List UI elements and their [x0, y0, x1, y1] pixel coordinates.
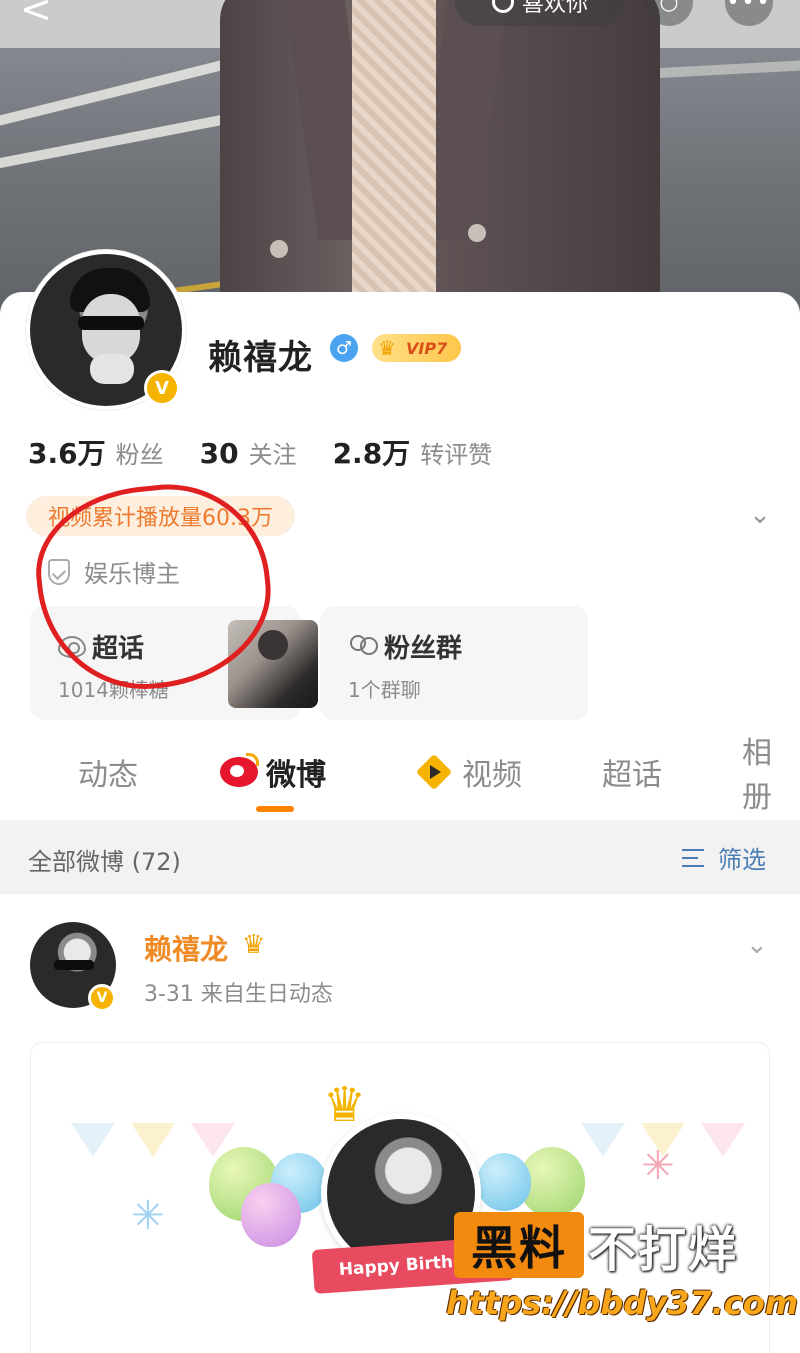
stat-number: 2.8万 — [332, 437, 411, 470]
stat-label: 关注 — [248, 441, 297, 469]
stat-label: 转评赞 — [420, 441, 493, 469]
people-icon — [348, 634, 378, 659]
chevron-down-icon[interactable]: ⌄ — [746, 500, 774, 530]
watermark-logo-text: 不打烊 — [588, 1222, 739, 1278]
profile-name: 赖禧龙 — [208, 338, 313, 378]
tab-album[interactable]: 相册 — [742, 736, 800, 815]
male-gender-icon: ♂ — [330, 334, 358, 362]
heart-ring-icon — [491, 0, 514, 13]
tab-label: 超话 — [602, 758, 662, 793]
tab-dynamics[interactable]: 动态 — [78, 742, 138, 802]
sparkle-icon: ✳ — [131, 1193, 165, 1239]
filter-icon — [682, 847, 710, 869]
watermark-logo-box: 黑料 — [454, 1212, 584, 1278]
profile-tabs: 动态 微博 视频 超话 相册 — [0, 736, 800, 816]
bunting-flag — [71, 1123, 115, 1157]
stat-following[interactable]: 30 关注 — [200, 435, 297, 470]
tab-label: 相册 — [742, 736, 772, 815]
all-posts-count: 全部微博 (72) — [28, 848, 181, 876]
fan-group-tile[interactable]: 粉丝群 1个群聊 — [320, 606, 588, 720]
tab-video[interactable]: 视频 — [414, 742, 522, 802]
weibo-logo-icon — [220, 753, 259, 787]
vip-badge[interactable]: ♛ VIP7 — [372, 334, 462, 362]
like-you-label: 喜欢你 — [521, 0, 588, 17]
active-tab-indicator — [256, 806, 294, 812]
balloon — [477, 1153, 531, 1211]
fan-group-title: 粉丝群 — [348, 628, 462, 665]
balloon — [241, 1183, 301, 1247]
verified-badge-icon: V — [144, 370, 180, 406]
crown-icon: ♛ — [378, 336, 396, 360]
bunting-flag — [131, 1123, 175, 1157]
filter-label: 筛选 — [718, 846, 766, 874]
tab-supertopic[interactable]: 超话 — [602, 742, 662, 802]
stat-interactions[interactable]: 2.8万 转评赞 — [333, 432, 493, 472]
profile-stats: 3.6万 粉丝 30 关注 2.8万 转评赞 — [28, 432, 492, 472]
tab-label: 视频 — [462, 758, 522, 793]
avatar-hand — [90, 354, 134, 384]
post-author-name[interactable]: 赖禧龙 — [144, 928, 228, 968]
stat-label: 粉丝 — [115, 441, 164, 469]
tab-weibo[interactable]: 微博 — [220, 742, 326, 802]
avatar-sunglasses — [78, 316, 144, 330]
stat-number: 30 — [199, 437, 239, 470]
chevron-down-icon[interactable]: ⌄ — [746, 930, 768, 960]
fan-group-subtitle: 1个群聊 — [348, 678, 421, 702]
crown-icon: ♛ — [242, 930, 266, 960]
watermark-url: https://bbdy37.com — [446, 1284, 799, 1322]
avatar-sunglasses — [54, 960, 94, 970]
verified-badge-icon: V — [88, 984, 116, 1012]
video-play-icon — [414, 756, 454, 788]
bunting-flag — [701, 1123, 745, 1157]
like-you-pill[interactable]: 喜欢你 — [455, 0, 625, 26]
filter-bar: 全部微博 (72) 筛选 — [0, 820, 800, 894]
fan-group-label: 粉丝群 — [384, 634, 463, 664]
tab-label: 动态 — [78, 758, 138, 793]
filter-button[interactable]: 筛选 — [682, 840, 766, 875]
cover-button — [468, 224, 486, 242]
cover-shirt — [352, 0, 436, 310]
vip-label: VIP7 — [406, 338, 448, 358]
post-meta: 3-31 来自生日动态 — [144, 982, 333, 1007]
sparkle-icon: ✳ — [641, 1143, 675, 1189]
bunting-flag — [581, 1123, 625, 1157]
stat-followers[interactable]: 3.6万 粉丝 — [28, 432, 164, 472]
cover-button — [270, 240, 288, 258]
tab-label: 微博 — [266, 758, 326, 793]
back-icon[interactable]: < — [20, 0, 54, 28]
cover-stripe — [0, 114, 227, 170]
stat-number: 3.6万 — [28, 437, 106, 470]
